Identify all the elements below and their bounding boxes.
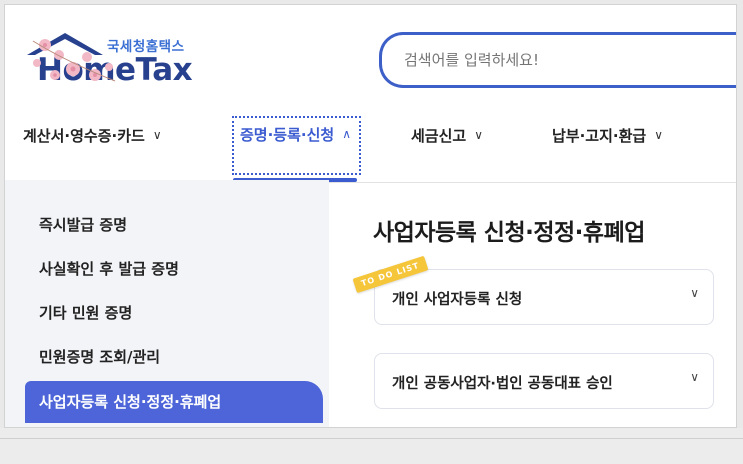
search-box[interactable] [379, 32, 736, 88]
cherry-blossom-icon [32, 39, 116, 82]
chevron-down-icon: ∨ [690, 286, 699, 300]
nav-item-label: 계산서·영수증·카드 [23, 127, 145, 145]
chevron-down-icon: ∨ [654, 128, 663, 142]
bottom-band [0, 428, 743, 464]
main-nav: 계산서·영수증·카드 ∨ 증명·등록·신청 ∧ 세금신고 ∨ 납부·고지·환급 ∨ [5, 115, 736, 183]
sidebar-item-other-certificates[interactable]: 기타 민원 증명 [25, 292, 323, 334]
accordion-item-label: 개인 공동사업자·법인 공동대표 승인 [392, 376, 613, 392]
chevron-down-icon: ∨ [152, 128, 162, 142]
search-input[interactable] [404, 51, 704, 69]
nav-item-payment[interactable]: 납부·고지·환급 ∨ [552, 125, 663, 146]
page-title: 사업자등록 신청·정정·휴폐업 [373, 220, 645, 246]
accordion-item[interactable]: 개인 사업자등록 신청 ∨ [374, 269, 714, 325]
nav-item-tax-filing[interactable]: 세금신고 ∨ [411, 125, 483, 146]
chevron-down-icon: ∨ [474, 128, 483, 142]
chevron-up-icon: ∧ [342, 127, 351, 141]
nav-item-label: 증명·등록·신청 [240, 126, 335, 144]
sidebar: 즉시발급 증명 사실확인 후 발급 증명 기타 민원 증명 민원증명 조회/관리… [5, 180, 329, 427]
sidebar-item-instant-issue[interactable]: 즉시발급 증명 [25, 204, 323, 246]
divider [0, 438, 743, 439]
chevron-down-icon: ∨ [690, 370, 699, 384]
accordion-item[interactable]: 개인 공동사업자·법인 공동대표 승인 ∨ [374, 353, 714, 409]
nav-item-certificates[interactable]: 증명·등록·신청 ∧ [232, 116, 361, 175]
sidebar-item-manage-certificates[interactable]: 민원증명 조회/관리 [25, 336, 323, 378]
nav-item-invoices[interactable]: 계산서·영수증·카드 ∨ [23, 125, 162, 146]
accordion-item-label: 개인 사업자등록 신청 [392, 292, 523, 308]
browser-frame: 국세청홈택스 HomeTax 계산서·영수증·카드 ∨ 증명·등록·신청 ∧ [4, 4, 737, 428]
nav-item-label: 납부·고지·환급 [552, 127, 647, 145]
sidebar-item-verified-issue[interactable]: 사실확인 후 발급 증명 [25, 248, 323, 290]
sidebar-item-business-registration[interactable]: 사업자등록 신청·정정·휴폐업 [25, 381, 323, 423]
hometax-logo[interactable]: 국세청홈택스 HomeTax [25, 31, 295, 91]
nav-item-label: 세금신고 [411, 127, 467, 145]
